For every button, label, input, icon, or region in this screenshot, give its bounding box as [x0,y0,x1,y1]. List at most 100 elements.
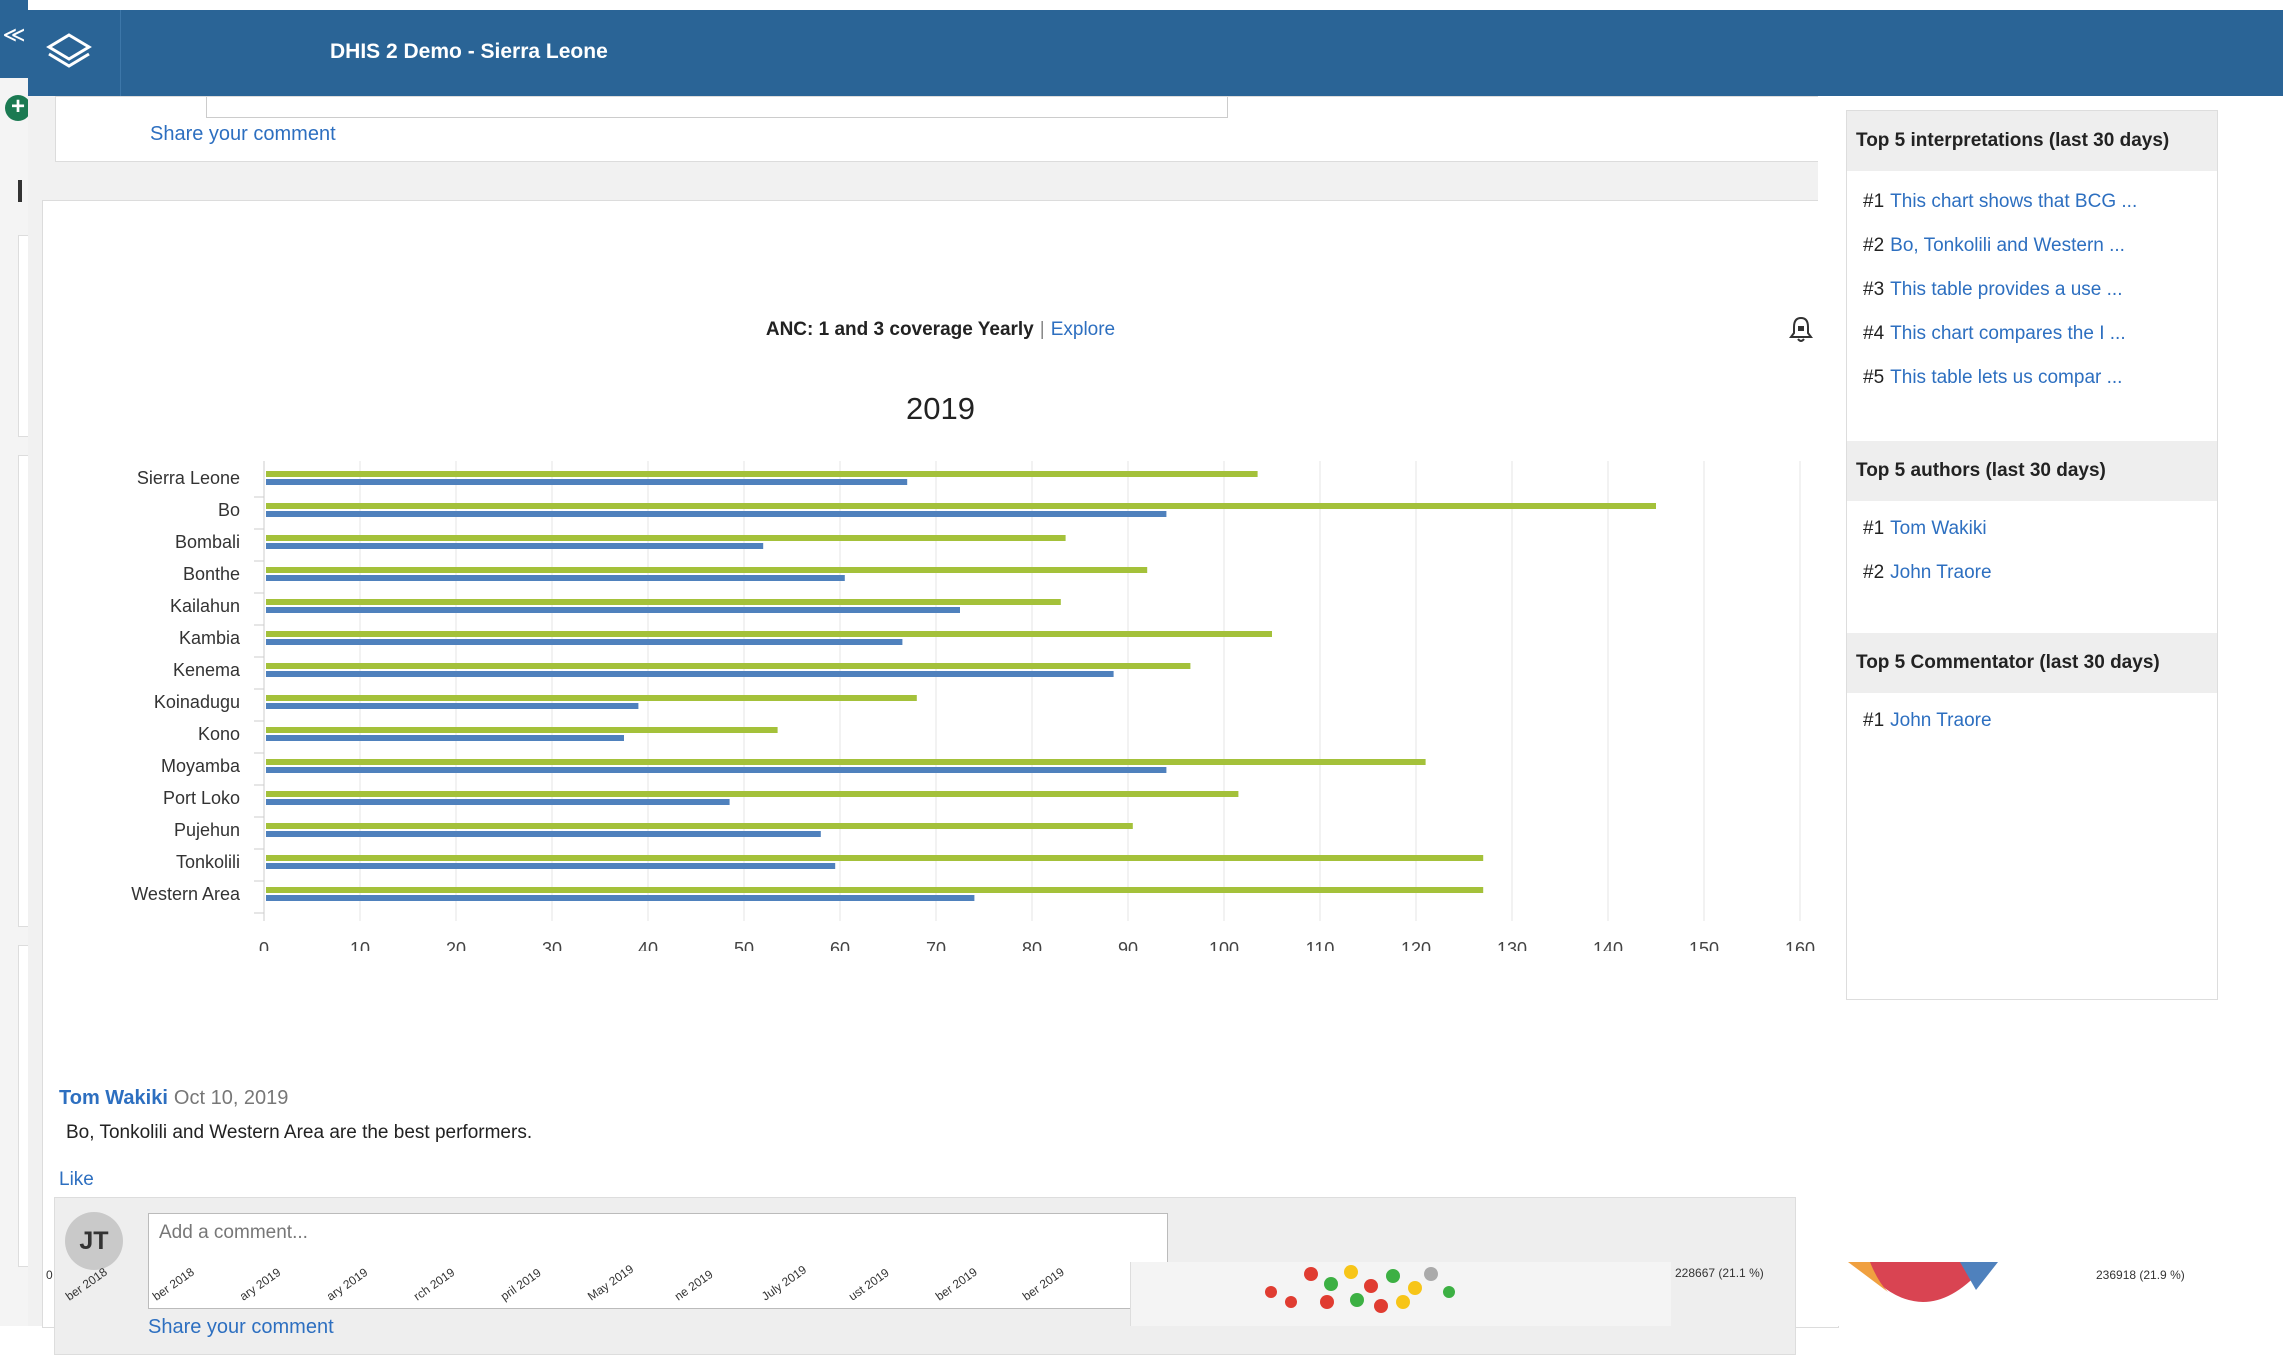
commentator-list-item: #1 John Traore [1863,710,1992,732]
bar-anc1 [266,759,1426,765]
collapse-icon[interactable]: ≪ [0,0,28,78]
x-tick-label: 80 [1022,939,1042,951]
bar-anc3 [266,703,639,709]
x-tick-label: 100 [1209,939,1239,951]
month-axis-label: ary 2019 [237,1265,284,1304]
bar-anc3 [266,543,764,549]
bar-anc3 [266,511,1167,517]
category-label: Bombali [175,532,240,552]
subscribe-bell-icon[interactable] [1788,315,1814,348]
explore-link[interactable]: Explore [1051,319,1115,340]
x-tick-label: 0 [259,939,269,951]
comment-input-fragment[interactable] [206,97,1228,118]
chart-item-title: ANC: 1 and 3 coverage Yearly [765,319,1034,340]
interpretation-list-item: #5 This table lets us compar ... [1863,367,2122,389]
axis-zero-label: 0 [46,1268,53,1282]
like-link[interactable]: Like [59,1169,94,1191]
bar-anc1 [266,727,778,733]
bar-anc3 [266,895,975,901]
month-axis-label: May 2019 [585,1261,637,1304]
x-tick-label: 50 [734,939,754,951]
x-tick-label: 40 [638,939,658,951]
month-axis-label: pril 2019 [498,1265,544,1304]
interpretation-list-item: #4 This chart compares the I ... [1863,323,2126,345]
x-tick-label: 90 [1118,939,1138,951]
pie-label: 236918 (21.9 %) [2096,1268,2185,1282]
month-axis-label: ber 2018 [63,1264,110,1304]
x-tick-label: 20 [446,939,466,951]
category-label: Kono [198,724,240,744]
commentator-link[interactable]: John Traore [1890,710,1991,731]
category-label: Bonthe [183,564,240,584]
pie-chart-fragment [1848,1262,1998,1302]
x-tick-label: 150 [1689,939,1719,951]
interpretation-stats-panel: Top 5 interpretations (last 30 days) #1 T… [1846,110,2218,1000]
interpretation-link[interactable]: Bo, Tonkolili and Western ... [1890,235,2125,256]
interpretation-list-item: #1 This chart shows that BCG ... [1863,191,2137,213]
bar-anc1 [266,855,1484,861]
background-marker [18,180,22,202]
background-left-strip: ≪ + [0,0,31,1326]
bar-anc1 [266,823,1133,829]
category-label: Pujehun [174,820,240,840]
bar-anc1 [266,567,1148,573]
x-tick-label: 30 [542,939,562,951]
bar-anc3 [266,767,1167,773]
interpretation-date: Oct 10, 2019 [173,1087,289,1109]
interpretation-author[interactable]: Tom Wakiki [59,1087,168,1109]
top-authors-heading: Top 5 authors (last 30 days) [1847,441,2217,501]
x-tick-label: 140 [1593,939,1623,951]
author-link[interactable]: Tom Wakiki [1890,518,1986,539]
interpretation-text: Bo, Tonkolili and Western Area are the b… [66,1122,533,1143]
title-separator: | [1039,319,1045,340]
top-commentators-heading: Top 5 Commentator (last 30 days) [1847,633,2217,693]
header-bar: DHIS 2 Demo - Sierra Leone [28,10,2283,96]
bar-anc1 [266,503,1656,509]
bar-anc3 [266,831,821,837]
category-label: Port Loko [163,788,240,808]
month-axis-label: ary 2019 [324,1265,371,1304]
month-axis-label: ber 2019 [1020,1264,1067,1304]
dhis2-logo-icon [46,33,92,68]
interpretation-link[interactable]: This chart compares the I ... [1890,323,2125,344]
bar-anc3 [266,799,730,805]
bar-anc1 [266,663,1191,669]
anc-coverage-bar-chart: 0 10 20 30 40 50 60 70 80 90 100 110 120 130 140 150 160… [131,461,1815,951]
rank-label: #1 [1863,191,1885,212]
month-axis-label: ber 2019 [933,1264,980,1304]
interpretations-main-area: Share your comment ANC: 1 and 3 coverage… [28,96,1839,1355]
author-link[interactable]: John Traore [1890,562,1991,583]
x-tick-label: 120 [1401,939,1431,951]
category-label: Tonkolili [176,852,240,872]
bar-anc1 [266,631,1272,637]
category-label: Moyamba [161,756,241,776]
interpretation-link[interactable]: This table provides a use ... [1890,279,2122,300]
interpretation-card: ANC: 1 and 3 coverage Yearly | Explore 20 1… [42,200,1839,1355]
share-comment-link[interactable]: Share your comment [150,123,336,146]
month-axis-label: ber 2018 [150,1264,197,1304]
bar-anc1 [266,695,917,701]
bar-anc3 [266,863,836,869]
interpretation-link[interactable]: This chart shows that BCG ... [1890,191,2137,212]
category-label: Kenema [173,660,241,680]
bar-anc1 [266,791,1239,797]
bar-anc1 [266,887,1484,893]
bar-anc3 [266,575,845,581]
x-tick-label: 60 [830,939,850,951]
map-points-icon [1265,1265,1455,1313]
bar-anc1 [266,471,1258,477]
interpretation-list-item: #2 Bo, Tonkolili and Western ... [1863,235,2125,257]
interpretation-link[interactable]: This table lets us compar ... [1890,367,2122,388]
app-logo[interactable] [28,10,121,96]
interpretation-byline: Tom Wakiki Oct 10, 2019 [59,1087,288,1110]
rank-label: #1 [1863,518,1885,539]
x-tick-label: 10 [350,939,370,951]
app-title: DHIS 2 Demo - Sierra Leone [330,40,608,63]
bar-anc3 [266,607,960,613]
category-label: Kambia [179,628,241,648]
bar-anc1 [266,535,1066,541]
dashboard-background-strip: 0 ber 2018 ber 2018 ary 2019 ary 2019 rch 20… [28,1262,2283,1326]
rank-label: #1 [1863,710,1885,731]
category-label: Sierra Leone [137,468,240,488]
category-label: Bo [218,500,240,520]
